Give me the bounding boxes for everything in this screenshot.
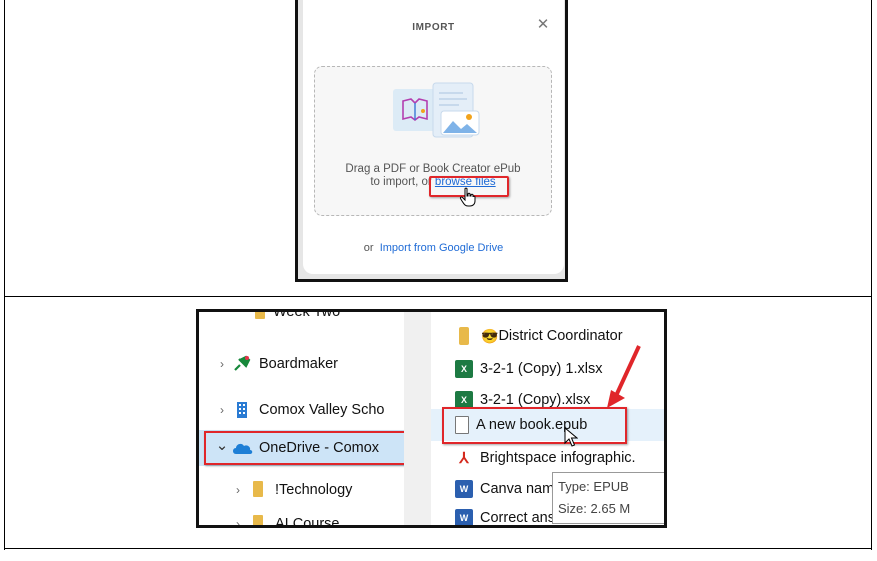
pushpin-icon — [231, 355, 253, 373]
file-list-pane: 😎 District Coordinator X 3-2-1 (Copy) 1.… — [431, 312, 664, 525]
file-label: District Coordinator — [498, 328, 623, 344]
table-border-bottom — [4, 548, 872, 549]
onedrive-highlight — [204, 431, 406, 465]
nav-item-week-two[interactable]: Week Two — [231, 309, 341, 324]
file-item-correct-answers[interactable]: W Correct ansv — [455, 506, 563, 526]
tutorial-figure: IMPORT ✕ Drag a PDF or Book Creator ePub… — [0, 0, 877, 561]
nav-item-label: !Technology — [275, 482, 353, 498]
building-icon — [231, 401, 253, 419]
import-illustration — [393, 82, 480, 138]
import-dialog-screenshot: IMPORT ✕ Drag a PDF or Book Creator ePub… — [295, 0, 568, 282]
nav-item-comox-valley[interactable]: › Comox Valley Scho — [213, 398, 384, 422]
folder-icon — [231, 312, 265, 321]
hand-cursor-icon — [459, 187, 476, 207]
pdf-icon: ⅄ — [455, 449, 473, 467]
pane-divider[interactable] — [404, 312, 431, 525]
table-border-left — [4, 0, 5, 550]
close-icon[interactable]: ✕ — [535, 17, 551, 33]
chevron-right-icon[interactable]: › — [213, 357, 231, 371]
chevron-right-icon[interactable]: › — [229, 483, 247, 497]
dialog-title: IMPORT — [412, 22, 455, 33]
drop-line-1: Drag a PDF or Book Creator ePub — [345, 163, 521, 175]
nav-item-boardmaker[interactable]: › Boardmaker — [213, 352, 338, 376]
file-tooltip: Type: EPUB Size: 2.65 M — [552, 472, 664, 524]
nav-item-label: Boardmaker — [259, 356, 338, 372]
epub-highlight — [442, 407, 627, 444]
book-illustration-icon — [393, 89, 437, 131]
file-label: Correct ansv — [480, 510, 563, 526]
file-label: Canva name — [480, 481, 563, 497]
or-label: or — [363, 242, 374, 254]
tooltip-size: Size: 2.65 M — [558, 501, 631, 516]
nav-item-technology[interactable]: › !Technology — [229, 478, 352, 502]
file-item-brightspace[interactable]: ⅄ Brightspace infographic. — [455, 446, 636, 470]
excel-icon: X — [455, 360, 473, 378]
import-google-drive-link[interactable]: Import from Google Drive — [380, 242, 503, 254]
folder-icon — [247, 481, 269, 499]
word-icon: W — [455, 509, 473, 525]
nav-item-label: Week Two — [273, 309, 341, 320]
drop-line-2-prefix: to import, or — [370, 176, 435, 188]
table-row-separator — [4, 296, 872, 297]
file-item-321-copy-1[interactable]: X 3-2-1 (Copy) 1.xlsx — [455, 357, 602, 381]
tooltip-type: Type: EPUB — [558, 479, 629, 494]
nav-item-label: AI Course — [275, 516, 340, 528]
file-item-canva-name[interactable]: W Canva name — [455, 477, 562, 501]
import-dialog: IMPORT ✕ Drag a PDF or Book Creator ePub… — [303, 0, 564, 274]
drop-zone[interactable]: Drag a PDF or Book Creator ePub to impor… — [314, 66, 552, 216]
image-document-icon — [432, 82, 480, 138]
file-item-district-coordinator[interactable]: 😎 District Coordinator — [459, 324, 623, 348]
mouse-pointer-icon — [564, 427, 578, 447]
file-label: 3-2-1 (Copy).xlsx — [480, 392, 591, 408]
file-label: Brightspace infographic. — [480, 450, 636, 466]
file-explorer-screenshot: Week Two › Boardmaker › Comox Valley Sch… — [196, 309, 667, 528]
folder-icon — [459, 327, 469, 345]
file-emoji: 😎 — [481, 327, 499, 344]
navigation-pane: Week Two › Boardmaker › Comox Valley Sch… — [199, 309, 406, 528]
red-arrow-icon — [607, 345, 641, 408]
file-label: 3-2-1 (Copy) 1.xlsx — [480, 361, 603, 377]
google-drive-line: or Import from Google Drive — [303, 242, 564, 254]
chevron-right-icon[interactable]: › — [213, 403, 231, 417]
chevron-right-icon[interactable]: › — [229, 517, 247, 525]
nav-item-label: Comox Valley Scho — [259, 402, 385, 418]
table-border-right — [871, 0, 872, 550]
nav-item-ai-course[interactable]: › AI Course — [229, 512, 340, 528]
folder-icon — [247, 515, 269, 525]
word-icon: W — [455, 480, 473, 498]
